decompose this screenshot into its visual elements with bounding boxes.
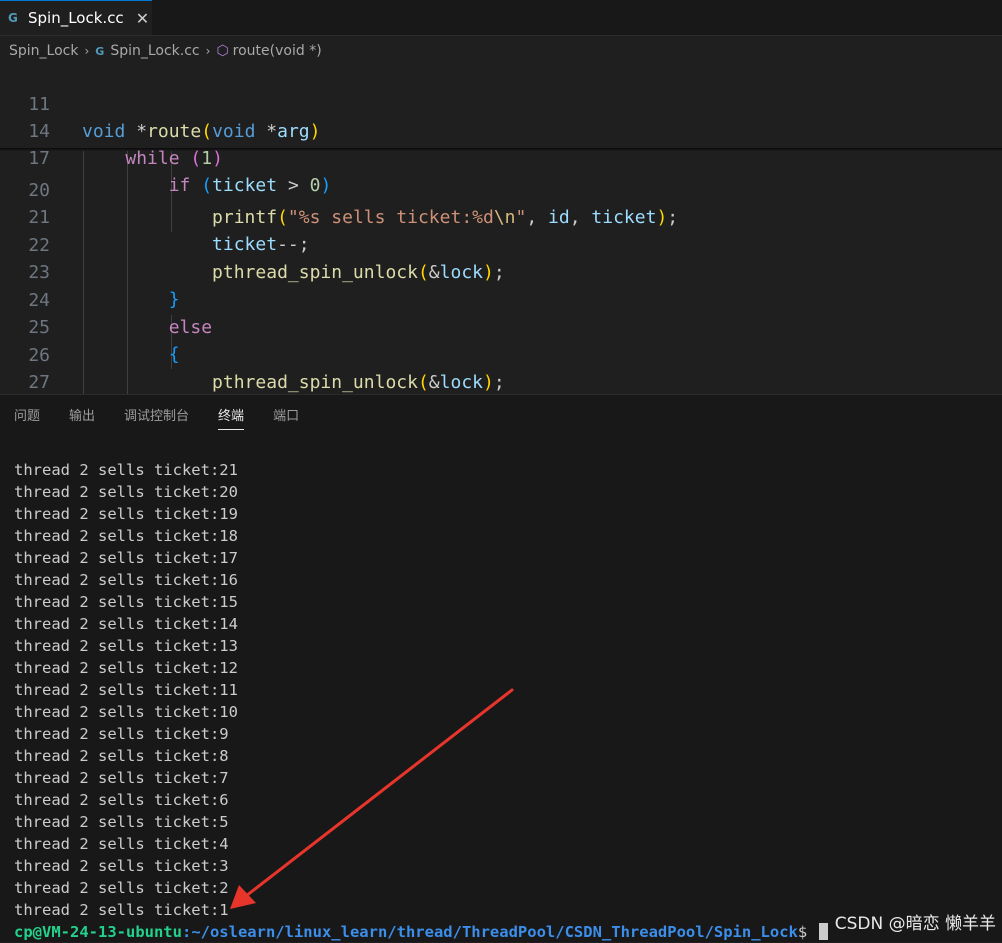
annotation-arrow-icon bbox=[230, 688, 514, 909]
